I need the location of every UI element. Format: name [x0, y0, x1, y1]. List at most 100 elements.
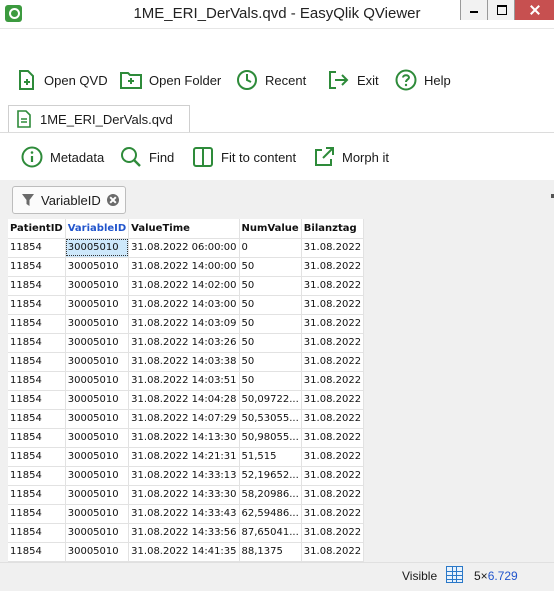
maximize-button[interactable] [487, 0, 514, 20]
cell-valuetime[interactable]: 31.08.2022 14:13:30 [128, 428, 240, 448]
cell-bilanztag[interactable]: 31.08.2022 [301, 523, 365, 543]
open-folder-button[interactable]: Open Folder [119, 64, 221, 96]
table-row[interactable]: 11854 30005010 31.08.2022 14:04:28 50,09722… [8, 390, 365, 410]
cell-numvalue[interactable]: 50 [239, 314, 302, 334]
cell-patientid[interactable]: 11854 [8, 447, 66, 467]
cell-variableid[interactable]: 30005010 [65, 542, 130, 562]
cell-numvalue[interactable]: 50,53055... [239, 409, 302, 429]
table-row[interactable]: 11854 30005010 31.08.2022 14:33:13 52,19652… [8, 466, 365, 486]
cell-variableid[interactable]: 30005010 [65, 485, 130, 505]
cell-patientid[interactable]: 11854 [8, 371, 66, 391]
table-row[interactable]: 11854 30005010 31.08.2022 14:03:09 50 31.08.… [8, 314, 365, 334]
cell-patientid[interactable]: 11854 [8, 523, 66, 543]
cell-patientid[interactable]: 11854 [8, 485, 66, 505]
cell-bilanztag[interactable]: 31.08.2022 [301, 466, 365, 486]
table-row[interactable]: 11854 30005010 31.08.2022 14:13:30 50,98055… [8, 428, 365, 448]
cell-bilanztag[interactable]: 31.08.2022 [301, 352, 365, 372]
exit-button[interactable]: Exit [327, 64, 379, 96]
cell-valuetime[interactable]: 31.08.2022 14:03:26 [128, 333, 240, 353]
cell-valuetime[interactable]: 31.08.2022 14:03:00 [128, 295, 240, 315]
recent-button[interactable]: Recent [235, 64, 306, 96]
table-row[interactable]: 11854 30005010 31.08.2022 14:33:30 58,20986… [8, 485, 365, 505]
cell-bilanztag[interactable]: 31.08.2022 [301, 390, 365, 410]
table-row[interactable]: 11854 30005010 31.08.2022 14:33:43 62,59486… [8, 504, 365, 524]
cell-bilanztag[interactable]: 31.08.2022 [301, 447, 365, 467]
minimize-button[interactable] [460, 0, 487, 20]
table-row[interactable]: 11854 30005010 31.08.2022 14:21:31 51,515 31… [8, 447, 365, 467]
cell-variableid[interactable]: 30005010 [65, 333, 130, 353]
help-button[interactable]: Help [394, 64, 451, 96]
column-header-patientid[interactable]: PatientID [8, 219, 66, 239]
cell-patientid[interactable]: 11854 [8, 276, 66, 296]
cell-numvalue[interactable]: 50,98055... [239, 428, 302, 448]
cell-variableid[interactable]: 30005010 [65, 238, 130, 258]
cell-variableid[interactable]: 30005010 [65, 466, 130, 486]
table-row[interactable]: 11854 30005010 31.08.2022 14:03:51 50 31.08.… [8, 371, 365, 391]
cell-bilanztag[interactable]: 31.08.2022 [301, 333, 365, 353]
table-row[interactable]: 11854 30005010 31.08.2022 06:00:00 0 31.08.2… [8, 238, 365, 258]
table-row[interactable]: 11854 30005010 31.08.2022 14:03:00 50 31.08.… [8, 295, 365, 315]
cell-patientid[interactable]: 11854 [8, 390, 66, 410]
cell-numvalue[interactable]: 50 [239, 333, 302, 353]
morph-it-button[interactable]: Morph it [312, 141, 389, 173]
close-button[interactable] [514, 0, 554, 20]
cell-variableid[interactable]: 30005010 [65, 447, 130, 467]
column-header-variableid[interactable]: VariableID [65, 219, 130, 239]
open-qvd-button[interactable]: Open QVD [14, 64, 108, 96]
cell-bilanztag[interactable]: 31.08.2022 [301, 257, 365, 277]
cell-variableid[interactable]: 30005010 [65, 371, 130, 391]
cell-bilanztag[interactable]: 31.08.2022 [301, 485, 365, 505]
cell-variableid[interactable]: 30005010 [65, 390, 130, 410]
cell-numvalue[interactable]: 88,1375 [239, 542, 302, 562]
cell-bilanztag[interactable]: 31.08.2022 [301, 504, 365, 524]
cell-variableid[interactable]: 30005010 [65, 257, 130, 277]
remove-filter-icon[interactable] [107, 194, 119, 206]
cell-variableid[interactable]: 30005010 [65, 314, 130, 334]
cell-patientid[interactable]: 11854 [8, 409, 66, 429]
cell-variableid[interactable]: 30005010 [65, 504, 130, 524]
cell-numvalue[interactable]: 50 [239, 295, 302, 315]
cell-patientid[interactable]: 11854 [8, 504, 66, 524]
cell-numvalue[interactable]: 62,59486... [239, 504, 302, 524]
table-row[interactable]: 11854 30005010 31.08.2022 14:00:00 50 31.08.… [8, 257, 365, 277]
cell-patientid[interactable]: 11854 [8, 542, 66, 562]
cell-variableid[interactable]: 30005010 [65, 409, 130, 429]
cell-valuetime[interactable]: 31.08.2022 14:02:00 [128, 276, 240, 296]
cell-patientid[interactable]: 11854 [8, 428, 66, 448]
cell-valuetime[interactable]: 31.08.2022 14:03:38 [128, 352, 240, 372]
column-header-valuetime[interactable]: ValueTime [128, 219, 240, 239]
cell-patientid[interactable]: 11854 [8, 257, 66, 277]
cell-numvalue[interactable]: 50 [239, 352, 302, 372]
cell-valuetime[interactable]: 31.08.2022 14:00:00 [128, 257, 240, 277]
cell-bilanztag[interactable]: 31.08.2022 [301, 295, 365, 315]
cell-numvalue[interactable]: 50 [239, 276, 302, 296]
cell-variableid[interactable]: 30005010 [65, 523, 130, 543]
cell-valuetime[interactable]: 31.08.2022 14:41:35 [128, 542, 240, 562]
cell-valuetime[interactable]: 31.08.2022 14:07:29 [128, 409, 240, 429]
cell-valuetime[interactable]: 31.08.2022 14:21:31 [128, 447, 240, 467]
cell-bilanztag[interactable]: 31.08.2022 [301, 238, 365, 258]
cell-numvalue[interactable]: 51,515 [239, 447, 302, 467]
cell-bilanztag[interactable]: 31.08.2022 [301, 409, 365, 429]
table-row[interactable]: 11854 30005010 31.08.2022 14:02:00 50 31.08.… [8, 276, 365, 296]
table-row[interactable]: 11854 30005010 31.08.2022 14:03:38 50 31.08.… [8, 352, 365, 372]
cell-bilanztag[interactable]: 31.08.2022 [301, 542, 365, 562]
cell-numvalue[interactable]: 50,09722... [239, 390, 302, 410]
cell-valuetime[interactable]: 31.08.2022 14:04:28 [128, 390, 240, 410]
fit-to-content-button[interactable]: Fit to content [191, 141, 296, 173]
cell-bilanztag[interactable]: 31.08.2022 [301, 276, 365, 296]
cell-valuetime[interactable]: 31.08.2022 14:33:43 [128, 504, 240, 524]
cell-valuetime[interactable]: 31.08.2022 14:33:56 [128, 523, 240, 543]
cell-patientid[interactable]: 11854 [8, 333, 66, 353]
cell-variableid[interactable]: 30005010 [65, 276, 130, 296]
cell-numvalue[interactable]: 50 [239, 257, 302, 277]
column-header-bilanztag[interactable]: Bilanztag [301, 219, 365, 239]
metadata-button[interactable]: Metadata [20, 141, 104, 173]
find-button[interactable]: Find [119, 141, 174, 173]
cell-patientid[interactable]: 11854 [8, 238, 66, 258]
cell-bilanztag[interactable]: 31.08.2022 [301, 371, 365, 391]
cell-valuetime[interactable]: 31.08.2022 14:33:13 [128, 466, 240, 486]
table-row[interactable]: 11854 30005010 31.08.2022 14:03:26 50 31.08.… [8, 333, 365, 353]
cell-bilanztag[interactable]: 31.08.2022 [301, 428, 365, 448]
cell-variableid[interactable]: 30005010 [65, 428, 130, 448]
